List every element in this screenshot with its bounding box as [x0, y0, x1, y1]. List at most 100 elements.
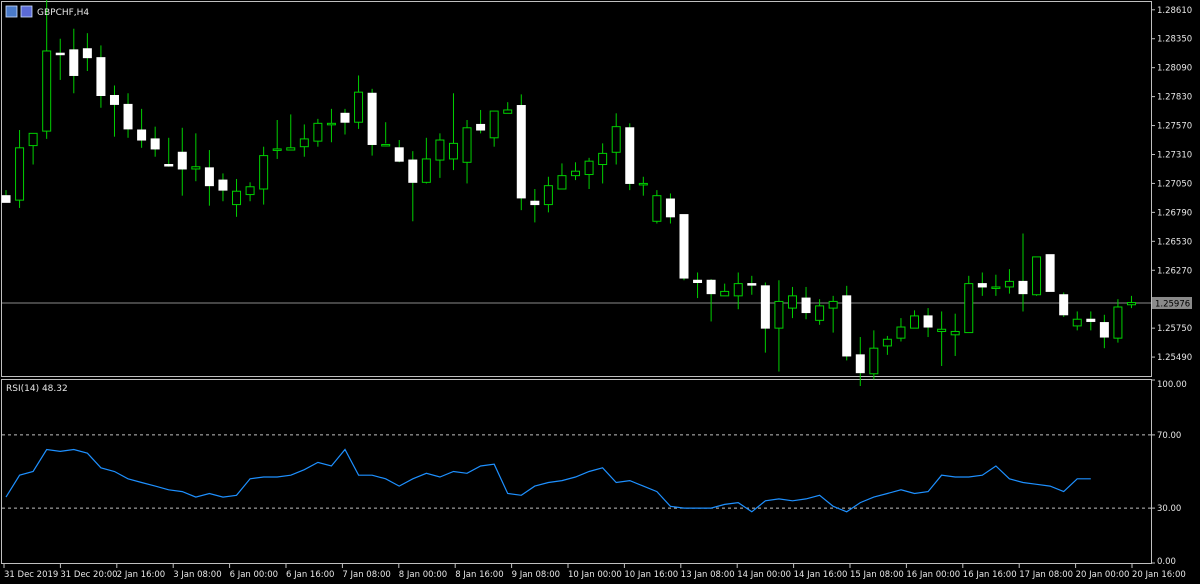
candle-body-bear	[1099, 322, 1109, 338]
candle-body-bull	[299, 138, 309, 148]
candle-body-bull	[815, 305, 825, 321]
price-axis-label: 1.26790	[1157, 208, 1192, 218]
candle-body-bull	[381, 143, 391, 147]
candle-body-bear	[340, 112, 350, 123]
time-axis-label: 3 Jan 08:00	[173, 570, 221, 580]
price-axis-label: 1.27570	[1157, 122, 1192, 132]
candle-body-bull	[232, 190, 242, 206]
candle-body-bull	[638, 182, 648, 186]
candle-body-bull	[245, 186, 255, 196]
candle[interactable]	[964, 275, 974, 334]
candle-body-bear	[530, 200, 540, 206]
candle-body-bull	[720, 290, 730, 297]
candle[interactable]	[1032, 256, 1042, 296]
flag-icon	[20, 5, 33, 18]
time-axis-label: 2 Jan 16:00	[117, 570, 165, 580]
candle-body-bear	[408, 159, 418, 183]
candle-body-bear	[977, 283, 987, 288]
time-axis-label: 31 Dec 2019	[4, 570, 58, 580]
candle-body-bear	[1018, 280, 1028, 295]
candle-body-bear	[476, 123, 486, 131]
candle-body-bear	[1086, 318, 1096, 322]
candle-body-bull	[652, 195, 662, 222]
candle-body-bull	[557, 175, 567, 190]
candle-body-bull	[584, 160, 594, 176]
candle-body-bull	[896, 326, 906, 339]
candle-body-bull	[272, 148, 282, 151]
price-axis-label: 1.26530	[1157, 237, 1192, 247]
price-axis-label: 1.28610	[1157, 6, 1192, 16]
candle-body-bull	[448, 142, 458, 160]
time-axis-label: 14 Jan 00:00	[737, 570, 791, 580]
time-axis-label: 8 Jan 00:00	[399, 570, 447, 580]
rsi-axis-label: 30.00	[1157, 504, 1181, 514]
candle-body-bull	[503, 109, 513, 114]
candle[interactable]	[625, 123, 635, 191]
candle-body-bear	[69, 49, 79, 76]
candle-body-bull	[313, 122, 323, 142]
price-axis-label: 1.25490	[1157, 353, 1192, 363]
time-axis-label: 8 Jan 16:00	[455, 570, 503, 580]
candle-body-bear	[1, 195, 11, 203]
candle-body-bull	[937, 328, 947, 332]
candle-body-bear	[693, 279, 703, 283]
candle-body-bull	[910, 315, 920, 329]
time-axis-label: 14 Jan 16:00	[794, 570, 848, 580]
candle-body-bear	[367, 92, 377, 145]
candle-body-bull	[1072, 318, 1082, 327]
candle-body-bull	[421, 158, 431, 183]
candle[interactable]	[1059, 292, 1069, 318]
candle-body-bull	[991, 286, 1001, 289]
current-price-label: 1.25976	[1155, 299, 1190, 309]
candle-body-bull	[1113, 306, 1123, 339]
candle-body-bull	[286, 147, 296, 151]
candle-body-bear	[760, 285, 770, 329]
candle-body-bull	[611, 126, 621, 153]
time-axis-label: 9 Jan 08:00	[512, 570, 560, 580]
candle-body-bear	[150, 138, 160, 150]
time-axis-label: 16 Jan 16:00	[963, 570, 1017, 580]
price-axis-label: 1.27830	[1157, 93, 1192, 103]
trading-chart[interactable]: 1.28610 1.28350 1.28090 1.27830 1.27570 1.273…	[0, 0, 1200, 584]
candle-body-bull	[28, 132, 38, 147]
candle-body-bear	[665, 198, 675, 218]
rsi-axis-label: 100.00	[1157, 380, 1187, 390]
candle-body-bull	[571, 170, 581, 177]
candle-body-bull	[950, 330, 960, 336]
time-axis-label: 20 Jan 00:00	[1076, 570, 1130, 580]
candle-body-bear	[218, 179, 228, 191]
candle-body-bull	[354, 91, 364, 123]
time-axis-label: 7 Jan 08:00	[342, 570, 390, 580]
candle[interactable]	[516, 94, 526, 211]
time-axis-label: 16 Jan 00:00	[906, 570, 960, 580]
price-axis-label: 1.27050	[1157, 179, 1192, 189]
candle-body-bull	[435, 139, 445, 161]
candle-body-bear	[801, 297, 811, 314]
candle-body-bear	[747, 283, 757, 286]
rsi-axis-label: 70.00	[1157, 431, 1181, 441]
candle[interactable]	[679, 214, 689, 281]
candle-body-bull	[1004, 280, 1014, 288]
candle-body-bear	[82, 48, 92, 59]
rsi-title: RSI(14) 48.32	[6, 384, 68, 394]
candle-body-bull	[543, 185, 553, 206]
candle-body-bear	[516, 105, 526, 199]
candle[interactable]	[1045, 254, 1055, 292]
time-axis-label: 6 Jan 16:00	[286, 570, 334, 580]
candle-body-bull	[1032, 256, 1042, 296]
time-axis-label: 13 Jan 08:00	[681, 570, 735, 580]
candle-body-bull	[774, 300, 784, 329]
candle-body-bull	[15, 147, 25, 201]
candle-body-bull	[882, 338, 892, 347]
rsi-axis-label: 0.00	[1157, 557, 1176, 567]
candle-body-bear	[842, 295, 852, 357]
candle-body-bull	[869, 347, 879, 375]
candle-body-bear	[1045, 254, 1055, 292]
candle[interactable]	[842, 285, 852, 361]
price-axis-label: 1.26270	[1157, 266, 1192, 276]
candle-body-bear	[164, 164, 174, 167]
time-axis-label: 20 Jan 16:00	[1132, 570, 1186, 580]
candle-body-bear	[855, 354, 865, 374]
candle-body-bear	[137, 129, 147, 141]
price-axis-label: 1.28090	[1157, 64, 1192, 74]
